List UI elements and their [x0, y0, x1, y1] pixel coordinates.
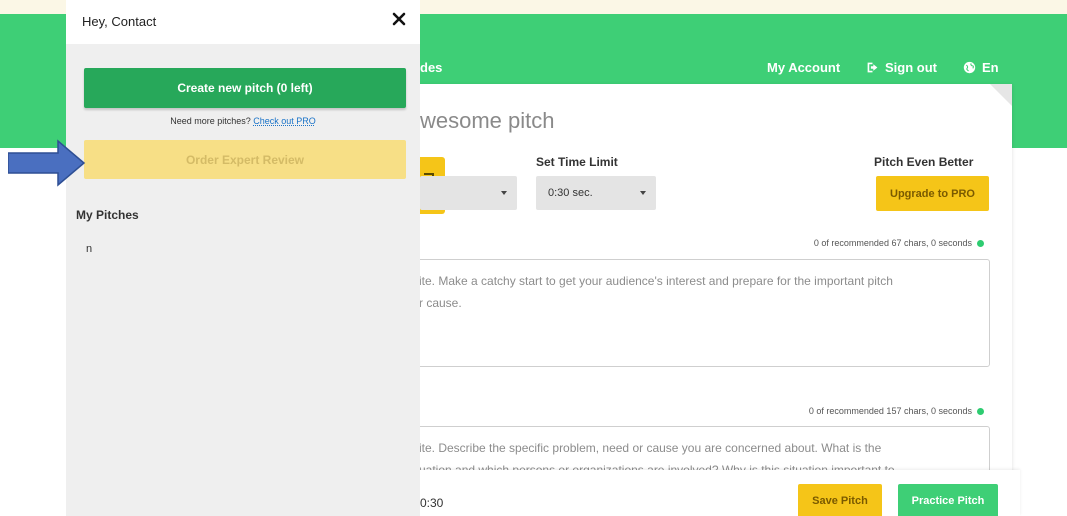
category-dropdown[interactable]: [420, 176, 517, 210]
nav-sign-out[interactable]: Sign out: [866, 60, 937, 75]
chevron-down-icon: [501, 191, 507, 195]
arrow-right-icon: [8, 139, 86, 187]
status-dot-icon: [977, 239, 984, 247]
card-fold: [990, 84, 1012, 106]
create-new-pitch-button[interactable]: Create new pitch (0 left): [84, 68, 406, 108]
practice-pitch-button[interactable]: Practice Pitch: [898, 484, 998, 516]
nav-language[interactable]: En: [963, 60, 999, 75]
pitch-list-item[interactable]: n: [86, 243, 92, 255]
sidebar-panel: Hey, Contact Create new pitch (0 left) N…: [66, 0, 420, 516]
language-label: En: [982, 60, 999, 75]
pitch-title[interactable]: wesome pitch: [420, 108, 555, 134]
time-limit-value: 0:30 sec.: [548, 187, 593, 199]
char-counter-1-text: 0 of recommended 67 chars, 0 seconds: [813, 238, 972, 248]
save-pitch-button[interactable]: Save Pitch: [798, 484, 882, 516]
pitch-intro-textarea[interactable]: ite. Make a catchy start to get your aud…: [400, 259, 990, 367]
close-sidebar-button[interactable]: [391, 12, 407, 28]
char-counter-2-text: 0 of recommended 157 chars, 0 seconds: [808, 406, 972, 416]
pitch-editor-card: wesome pitch es Set Time Limit 0:30 sec.…: [380, 84, 1012, 516]
sign-out-label: Sign out: [885, 60, 937, 75]
my-pitches-heading: My Pitches: [76, 208, 139, 222]
order-expert-review-button[interactable]: Order Expert Review: [84, 140, 406, 179]
pitch-intro-placeholder: ite. Make a catchy start to get your aud…: [419, 274, 893, 310]
timer-readout: 0:30: [420, 496, 444, 510]
need-more-text: Need more pitches?: [170, 116, 251, 126]
time-limit-label: Set Time Limit: [536, 155, 618, 169]
upgrade-to-pro-button[interactable]: Upgrade to PRO: [876, 176, 989, 211]
char-counter-1: 0 of recommended 67 chars, 0 seconds: [814, 238, 984, 248]
need-more-pitches: Need more pitches? Check out PRO: [66, 116, 420, 126]
check-out-pro-link[interactable]: Check out PRO: [253, 116, 316, 126]
action-bar: 0:30 Save Pitch Practice Pitch: [380, 470, 1020, 516]
greeting-text: Hey, Contact: [82, 14, 157, 29]
sidebar-header: Hey, Contact: [66, 0, 420, 44]
time-limit-dropdown[interactable]: 0:30 sec.: [536, 176, 656, 210]
chevron-down-icon: [640, 191, 646, 195]
nav-my-account[interactable]: My Account: [767, 60, 840, 75]
sign-out-icon: [867, 62, 878, 73]
globe-icon: [963, 61, 976, 74]
nav-link-partial[interactable]: des: [420, 60, 442, 75]
status-dot-icon: [977, 407, 984, 415]
close-icon: [392, 12, 406, 26]
pitch-better-label: Pitch Even Better: [874, 155, 974, 169]
char-counter-2: 0 of recommended 157 chars, 0 seconds: [809, 406, 984, 416]
